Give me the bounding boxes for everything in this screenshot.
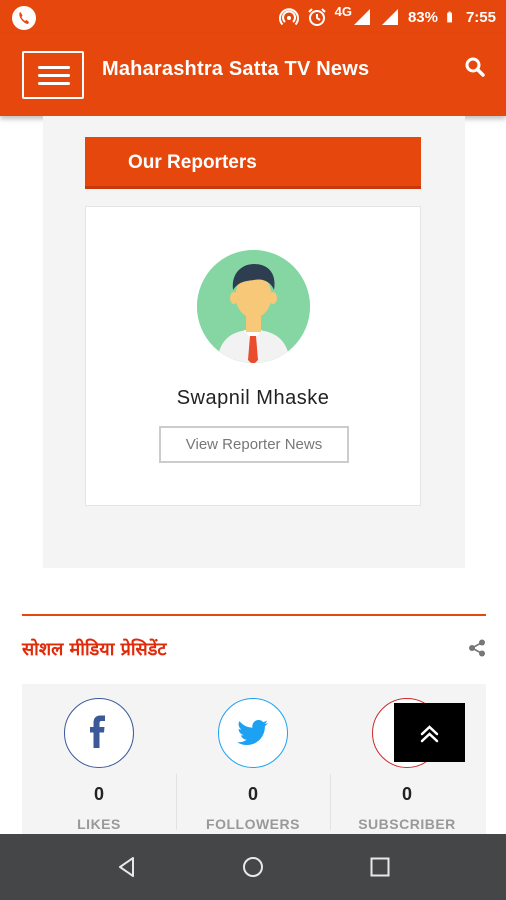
section-divider	[22, 614, 486, 616]
battery-percent: 83%	[407, 8, 438, 26]
facebook-icon	[89, 715, 105, 748]
home-icon[interactable]	[241, 855, 265, 879]
subscriber-count: 0	[401, 784, 412, 804]
reporter-avatar	[197, 250, 310, 363]
subscriber-label: SUBSCRIBER	[358, 816, 456, 832]
twitter-circle[interactable]	[218, 698, 288, 768]
likes-count: 0	[93, 784, 104, 804]
app-bar: Maharashtra Satta TV News	[0, 34, 506, 116]
facebook-stat[interactable]: 0 LIKES	[22, 684, 176, 834]
status-bar: 4G 83% 7:55	[0, 0, 506, 34]
followers-count: 0	[247, 784, 258, 804]
reporters-heading-label: Our Reporters	[128, 152, 257, 173]
clock: 7:55	[465, 8, 496, 26]
share-icon[interactable]	[468, 639, 486, 657]
chevron-up-double-icon	[420, 725, 439, 743]
network-type: 4G	[334, 3, 352, 19]
social-section-title: सोशल मीडिया प्रेसिडेंट	[22, 639, 167, 660]
reporters-heading: Our Reporters	[85, 137, 421, 189]
hamburger-icon	[38, 66, 70, 69]
menu-button[interactable]	[22, 51, 84, 99]
back-icon[interactable]	[115, 855, 139, 879]
scroll-top-button[interactable]	[394, 703, 465, 762]
followers-label: FOLLOWERS	[206, 816, 300, 832]
battery-icon	[447, 11, 452, 23]
reporter-name: Swapnil Mhaske	[176, 387, 330, 409]
signal-icon-2	[381, 9, 398, 25]
twitter-stat[interactable]: 0 FOLLOWERS	[176, 684, 330, 834]
facebook-circle[interactable]	[64, 698, 134, 768]
view-reporter-news-button[interactable]: View Reporter News	[159, 426, 349, 463]
phone-icon	[12, 6, 36, 30]
search-icon[interactable]	[464, 56, 486, 78]
alarm-icon	[307, 8, 326, 26]
app-title: Maharashtra Satta TV News	[102, 58, 370, 80]
hotspot-icon	[278, 8, 299, 26]
recents-icon[interactable]	[368, 855, 392, 879]
nav-bar	[0, 834, 506, 900]
twitter-icon	[236, 719, 268, 745]
avatar-illustration	[197, 250, 310, 363]
signal-icon	[353, 9, 370, 25]
likes-label: LIKES	[77, 816, 121, 832]
